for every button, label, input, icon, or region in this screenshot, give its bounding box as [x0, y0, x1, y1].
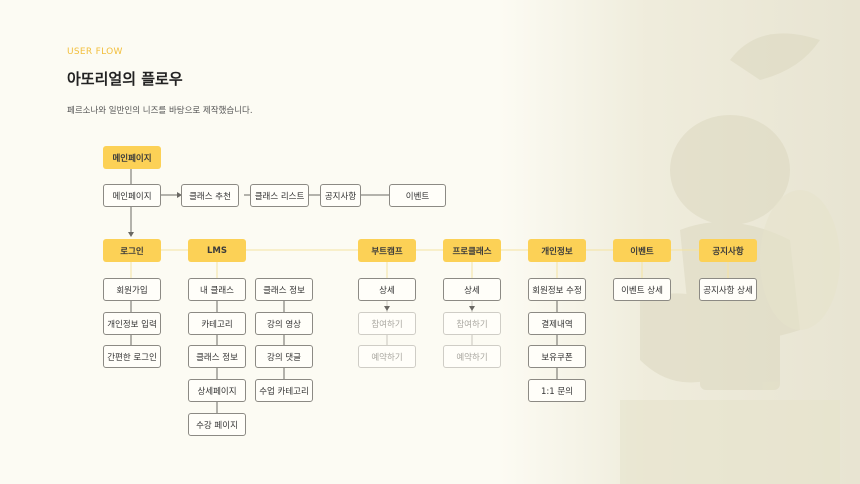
node-my-class[interactable]: 내 클래스	[188, 278, 246, 301]
node-personal-info-input[interactable]: 개인정보 입력	[103, 312, 161, 335]
node-bootcamp-detail[interactable]: 상세	[358, 278, 416, 301]
node-bootcamp-join[interactable]: 참여하기	[358, 312, 416, 335]
node-inquiry[interactable]: 1:1 문의	[528, 379, 586, 402]
node-proclass[interactable]: 프로클래스	[443, 239, 501, 262]
node-class-info[interactable]: 클래스 정보	[188, 345, 246, 368]
node-easy-login[interactable]: 간편한 로그인	[103, 345, 161, 368]
node-class-recommend[interactable]: 클래스 추천	[181, 184, 239, 207]
node-bootcamp[interactable]: 부트캠프	[358, 239, 416, 262]
node-event[interactable]: 이벤트	[613, 239, 671, 262]
node-payment-history[interactable]: 결제내역	[528, 312, 586, 335]
node-lms[interactable]: LMS	[188, 239, 246, 262]
node-bootcamp-reserve[interactable]: 예약하기	[358, 345, 416, 368]
node-course-page[interactable]: 수강 페이지	[188, 413, 246, 436]
node-edit-member-info[interactable]: 회원정보 수정	[528, 278, 586, 301]
node-profile[interactable]: 개인정보	[528, 239, 586, 262]
node-lesson-category[interactable]: 수업 카테고리	[255, 379, 313, 402]
node-main-page-sub[interactable]: 메인페이지	[103, 184, 161, 207]
node-detail-page[interactable]: 상세페이지	[188, 379, 246, 402]
node-proclass-detail[interactable]: 상세	[443, 278, 501, 301]
node-login[interactable]: 로그인	[103, 239, 161, 262]
node-main-page[interactable]: 메인페이지	[103, 146, 161, 169]
node-category[interactable]: 카테고리	[188, 312, 246, 335]
node-lecture-comments[interactable]: 강의 댓글	[255, 345, 313, 368]
node-coupons[interactable]: 보유쿠폰	[528, 345, 586, 368]
node-notice-detail[interactable]: 공지사항 상세	[699, 278, 757, 301]
node-event-detail[interactable]: 이벤트 상세	[613, 278, 671, 301]
node-class-info-2[interactable]: 클래스 정보	[255, 278, 313, 301]
node-lecture-video[interactable]: 강의 영상	[255, 312, 313, 335]
node-notice[interactable]: 공지사항	[699, 239, 757, 262]
node-notice-top[interactable]: 공지사항	[320, 184, 361, 207]
node-signup[interactable]: 회원가입	[103, 278, 161, 301]
node-proclass-reserve[interactable]: 예약하기	[443, 345, 501, 368]
node-event-top[interactable]: 이벤트	[389, 184, 446, 207]
node-proclass-join[interactable]: 참여하기	[443, 312, 501, 335]
node-class-list[interactable]: 클래스 리스트	[250, 184, 309, 207]
